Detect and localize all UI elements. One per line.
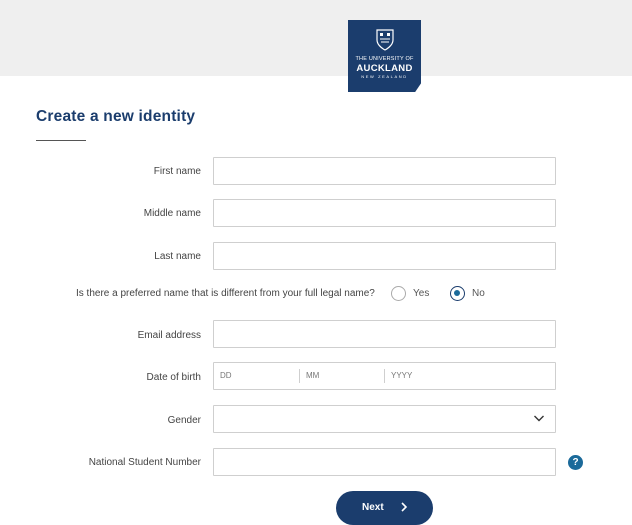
last-name-input[interactable] [213,242,556,270]
chevron-right-icon [401,502,408,512]
logo-line-1: THE UNIVERSITY OF [355,56,414,62]
gender-label: Gender [167,415,201,426]
middle-name-input[interactable] [213,199,556,227]
logo-line-3: NEW ZEALAND [361,74,408,79]
header-band [0,0,632,76]
title-underline [36,140,86,141]
last-name-label: Last name [154,251,201,262]
dob-label: Date of birth [146,372,201,383]
dob-year-input[interactable]: YYYY [385,363,555,389]
middle-name-label: Middle name [143,208,201,219]
next-button[interactable]: Next [336,491,433,525]
preferred-yes-radio[interactable] [391,286,406,301]
chevron-down-icon [534,415,544,422]
preferred-yes-label[interactable]: Yes [413,288,429,299]
first-name-label: First name [153,166,201,177]
preferred-no-radio[interactable] [450,286,465,301]
page-title: Create a new identity [36,108,196,125]
crest-icon [375,29,394,51]
logo-line-2: AUCKLAND [356,63,413,74]
email-label: Email address [137,330,201,341]
next-button-label: Next [362,502,384,513]
nsn-label: National Student Number [88,457,201,468]
help-icon[interactable]: ? [568,455,583,470]
dob-month-input[interactable]: MM [300,363,385,389]
preferred-no-label[interactable]: No [472,288,485,299]
email-input[interactable] [213,320,556,348]
university-logo: THE UNIVERSITY OF AUCKLAND NEW ZEALAND [348,20,421,92]
nsn-input[interactable] [213,448,556,476]
dob-day-input[interactable]: DD [214,363,299,389]
first-name-input[interactable] [213,157,556,185]
gender-select[interactable] [213,405,556,433]
preferred-name-question: Is there a preferred name that is differ… [76,288,375,299]
dob-field: DD MM YYYY [213,362,556,390]
